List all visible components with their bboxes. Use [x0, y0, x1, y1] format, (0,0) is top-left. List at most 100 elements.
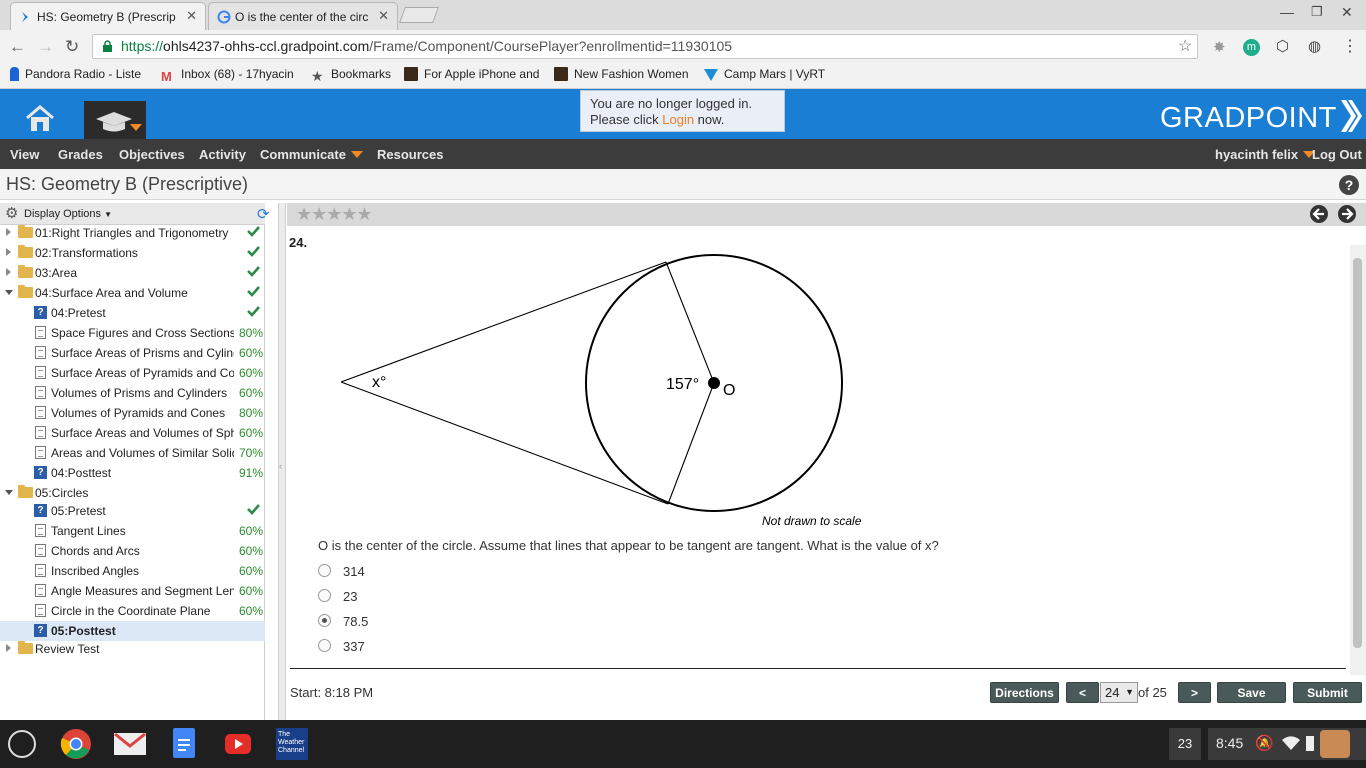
rating-stars[interactable]: ★★★★★ — [296, 204, 373, 225]
sidebar-item[interactable]: Tangent Lines 60% — [0, 521, 265, 541]
radio-button[interactable] — [318, 614, 331, 627]
extension-cube-icon[interactable]: ⬡ — [1276, 37, 1289, 55]
sidebar-item[interactable]: Inscribed Angles 60% — [0, 561, 265, 581]
weather-text: Weather — [278, 739, 305, 746]
courses-button[interactable] — [84, 101, 146, 139]
sidebar-item[interactable]: 01:Right Triangles and Trigonometry — [0, 223, 265, 243]
weather-channel-icon[interactable]: The Weather Channel — [276, 728, 308, 760]
sidebar-item[interactable]: Volumes of Pyramids and Cones 80% — [0, 403, 265, 423]
radio-button[interactable] — [318, 564, 331, 577]
sidebar-item[interactable]: Circle in the Coordinate Plane 60% — [0, 601, 265, 621]
sidebar-item[interactable]: ? 04:Posttest 91% — [0, 463, 265, 483]
logout-link[interactable]: Log Out — [1312, 147, 1362, 162]
back-icon[interactable]: ← — [9, 37, 26, 57]
menu-activity[interactable]: Activity — [199, 147, 246, 162]
answer-choice[interactable]: 78.5 — [318, 614, 438, 632]
gmail-icon: M — [161, 69, 172, 84]
close-window-icon[interactable]: ✕ — [1341, 4, 1353, 21]
login-link[interactable]: Login — [662, 112, 694, 127]
bookmark-vyrt[interactable]: Camp Mars | VyRT — [704, 67, 834, 81]
bookmark-label: Bookmarks — [331, 67, 392, 81]
bookmark-apple[interactable]: For Apple iPhone and — [404, 67, 541, 81]
lesson-page-icon — [35, 346, 46, 359]
collapse-icon[interactable] — [5, 490, 13, 495]
score-label: 91% — [237, 466, 263, 480]
launcher-icon[interactable] — [8, 730, 36, 758]
menu-grades[interactable]: Grades — [58, 147, 103, 162]
bookmark-fashion[interactable]: New Fashion Women — [554, 67, 691, 81]
maximize-icon[interactable]: ❐ — [1311, 4, 1323, 20]
question-page-select[interactable]: 24 ▼ — [1100, 682, 1138, 703]
radio-button[interactable] — [318, 639, 331, 652]
docs-icon[interactable] — [173, 728, 195, 758]
sidebar-item[interactable]: ? 05:Posttest — [0, 621, 265, 641]
sidebar-item[interactable]: Volumes of Prisms and Cylinders 60% — [0, 383, 265, 403]
sidebar-item[interactable]: 03:Area — [0, 263, 265, 283]
scale-note: Not drawn to scale — [762, 514, 862, 528]
help-icon[interactable]: ? — [1339, 175, 1359, 195]
refresh-icon[interactable]: ⟳ — [257, 205, 270, 223]
bookmark-folder[interactable]: ★ Bookmarks — [311, 67, 395, 83]
collapse-icon[interactable] — [5, 290, 13, 295]
expand-icon[interactable] — [6, 644, 11, 652]
next-arrow-icon[interactable] — [1337, 204, 1357, 224]
menu-resources[interactable]: Resources — [377, 147, 443, 162]
sidebar-item[interactable]: Space Figures and Cross Sections 80% — [0, 323, 265, 343]
sidebar-item[interactable]: 02:Transformations — [0, 243, 265, 263]
system-tray[interactable]: 8:45 🔕 — [1208, 728, 1366, 760]
bookmark-gmail[interactable]: M Inbox (68) - 17hyacin — [161, 67, 299, 84]
sidebar-item[interactable]: Angle Measures and Segment Lengths60% — [0, 581, 265, 601]
close-tab-icon[interactable]: ✕ — [186, 8, 197, 24]
extension-globe-icon[interactable]: ◍ — [1308, 37, 1321, 55]
gmail-app-icon[interactable] — [114, 733, 146, 755]
expand-icon[interactable] — [6, 228, 11, 236]
save-button[interactable]: Save — [1217, 682, 1286, 703]
sidebar-item[interactable]: 05:Circles — [0, 483, 265, 503]
submit-button[interactable]: Submit — [1293, 682, 1362, 703]
chrome-icon[interactable] — [60, 728, 92, 760]
user-menu[interactable]: hyacinth felix — [1215, 147, 1316, 162]
expand-icon[interactable] — [6, 268, 11, 276]
answer-choice[interactable]: 337 — [318, 639, 438, 657]
browser-tab-google[interactable]: O is the center of the circ ✕ — [208, 2, 398, 30]
answer-choice[interactable]: 314 — [318, 564, 438, 582]
sidebar-item[interactable]: Areas and Volumes of Similar Solids 70% — [0, 443, 265, 463]
directions-button[interactable]: Directions — [990, 682, 1059, 703]
sidebar-item[interactable]: 04:Surface Area and Volume — [0, 283, 265, 303]
answer-choice[interactable]: 23 — [318, 589, 438, 607]
youtube-icon[interactable] — [225, 734, 251, 754]
previous-question-button[interactable]: < — [1066, 682, 1099, 703]
extension-m-icon[interactable]: m — [1243, 39, 1260, 56]
scrollbar-thumb[interactable] — [1353, 258, 1362, 648]
panel-splitter[interactable]: ‹ — [278, 203, 286, 720]
sidebar-item[interactable]: Review Test — [0, 639, 265, 659]
sidebar-item[interactable]: Chords and Arcs 60% — [0, 541, 265, 561]
close-tab-icon[interactable]: ✕ — [378, 8, 389, 24]
menu-view[interactable]: View — [10, 147, 39, 162]
minimize-icon[interactable]: — — [1280, 4, 1294, 20]
radio-button[interactable] — [318, 589, 331, 602]
bookmark-pandora[interactable]: Pandora Radio - Liste — [10, 67, 148, 81]
notification-badge[interactable]: 23 — [1169, 728, 1201, 760]
bookmark-star-icon[interactable]: ☆ — [1178, 35, 1192, 58]
display-options-dropdown[interactable]: Display Options ▼ — [24, 208, 112, 220]
previous-arrow-icon[interactable] — [1309, 204, 1329, 224]
menu-objectives[interactable]: Objectives — [119, 147, 185, 162]
browser-menu-icon[interactable]: ⋮ — [1342, 36, 1358, 56]
reload-icon[interactable]: ↻ — [65, 37, 79, 57]
sidebar-item[interactable]: Surface Areas of Prisms and Cylinders60% — [0, 343, 265, 363]
browser-tab-gradpoint[interactable]: HS: Geometry B (Prescrip ✕ — [10, 2, 206, 30]
address-bar[interactable]: https://ohls4237-ohhs-ccl.gradpoint.com/… — [92, 34, 1198, 59]
sidebar-item[interactable]: Surface Areas of Pyramids and Cones60% — [0, 363, 265, 383]
extension-icon[interactable]: ✸ — [1213, 38, 1226, 56]
home-icon[interactable] — [20, 104, 62, 134]
sidebar-item[interactable]: Surface Areas and Volumes of Spheres60% — [0, 423, 265, 443]
sidebar-item[interactable]: ? 04:Pretest — [0, 303, 265, 323]
forward-icon[interactable]: → — [37, 37, 54, 57]
next-question-button[interactable]: > — [1178, 682, 1211, 703]
folder-icon — [18, 265, 33, 278]
new-tab-button[interactable] — [399, 7, 439, 23]
menu-communicate[interactable]: Communicate — [260, 147, 363, 162]
expand-icon[interactable] — [6, 248, 11, 256]
sidebar-item[interactable]: ? 05:Pretest — [0, 501, 265, 521]
